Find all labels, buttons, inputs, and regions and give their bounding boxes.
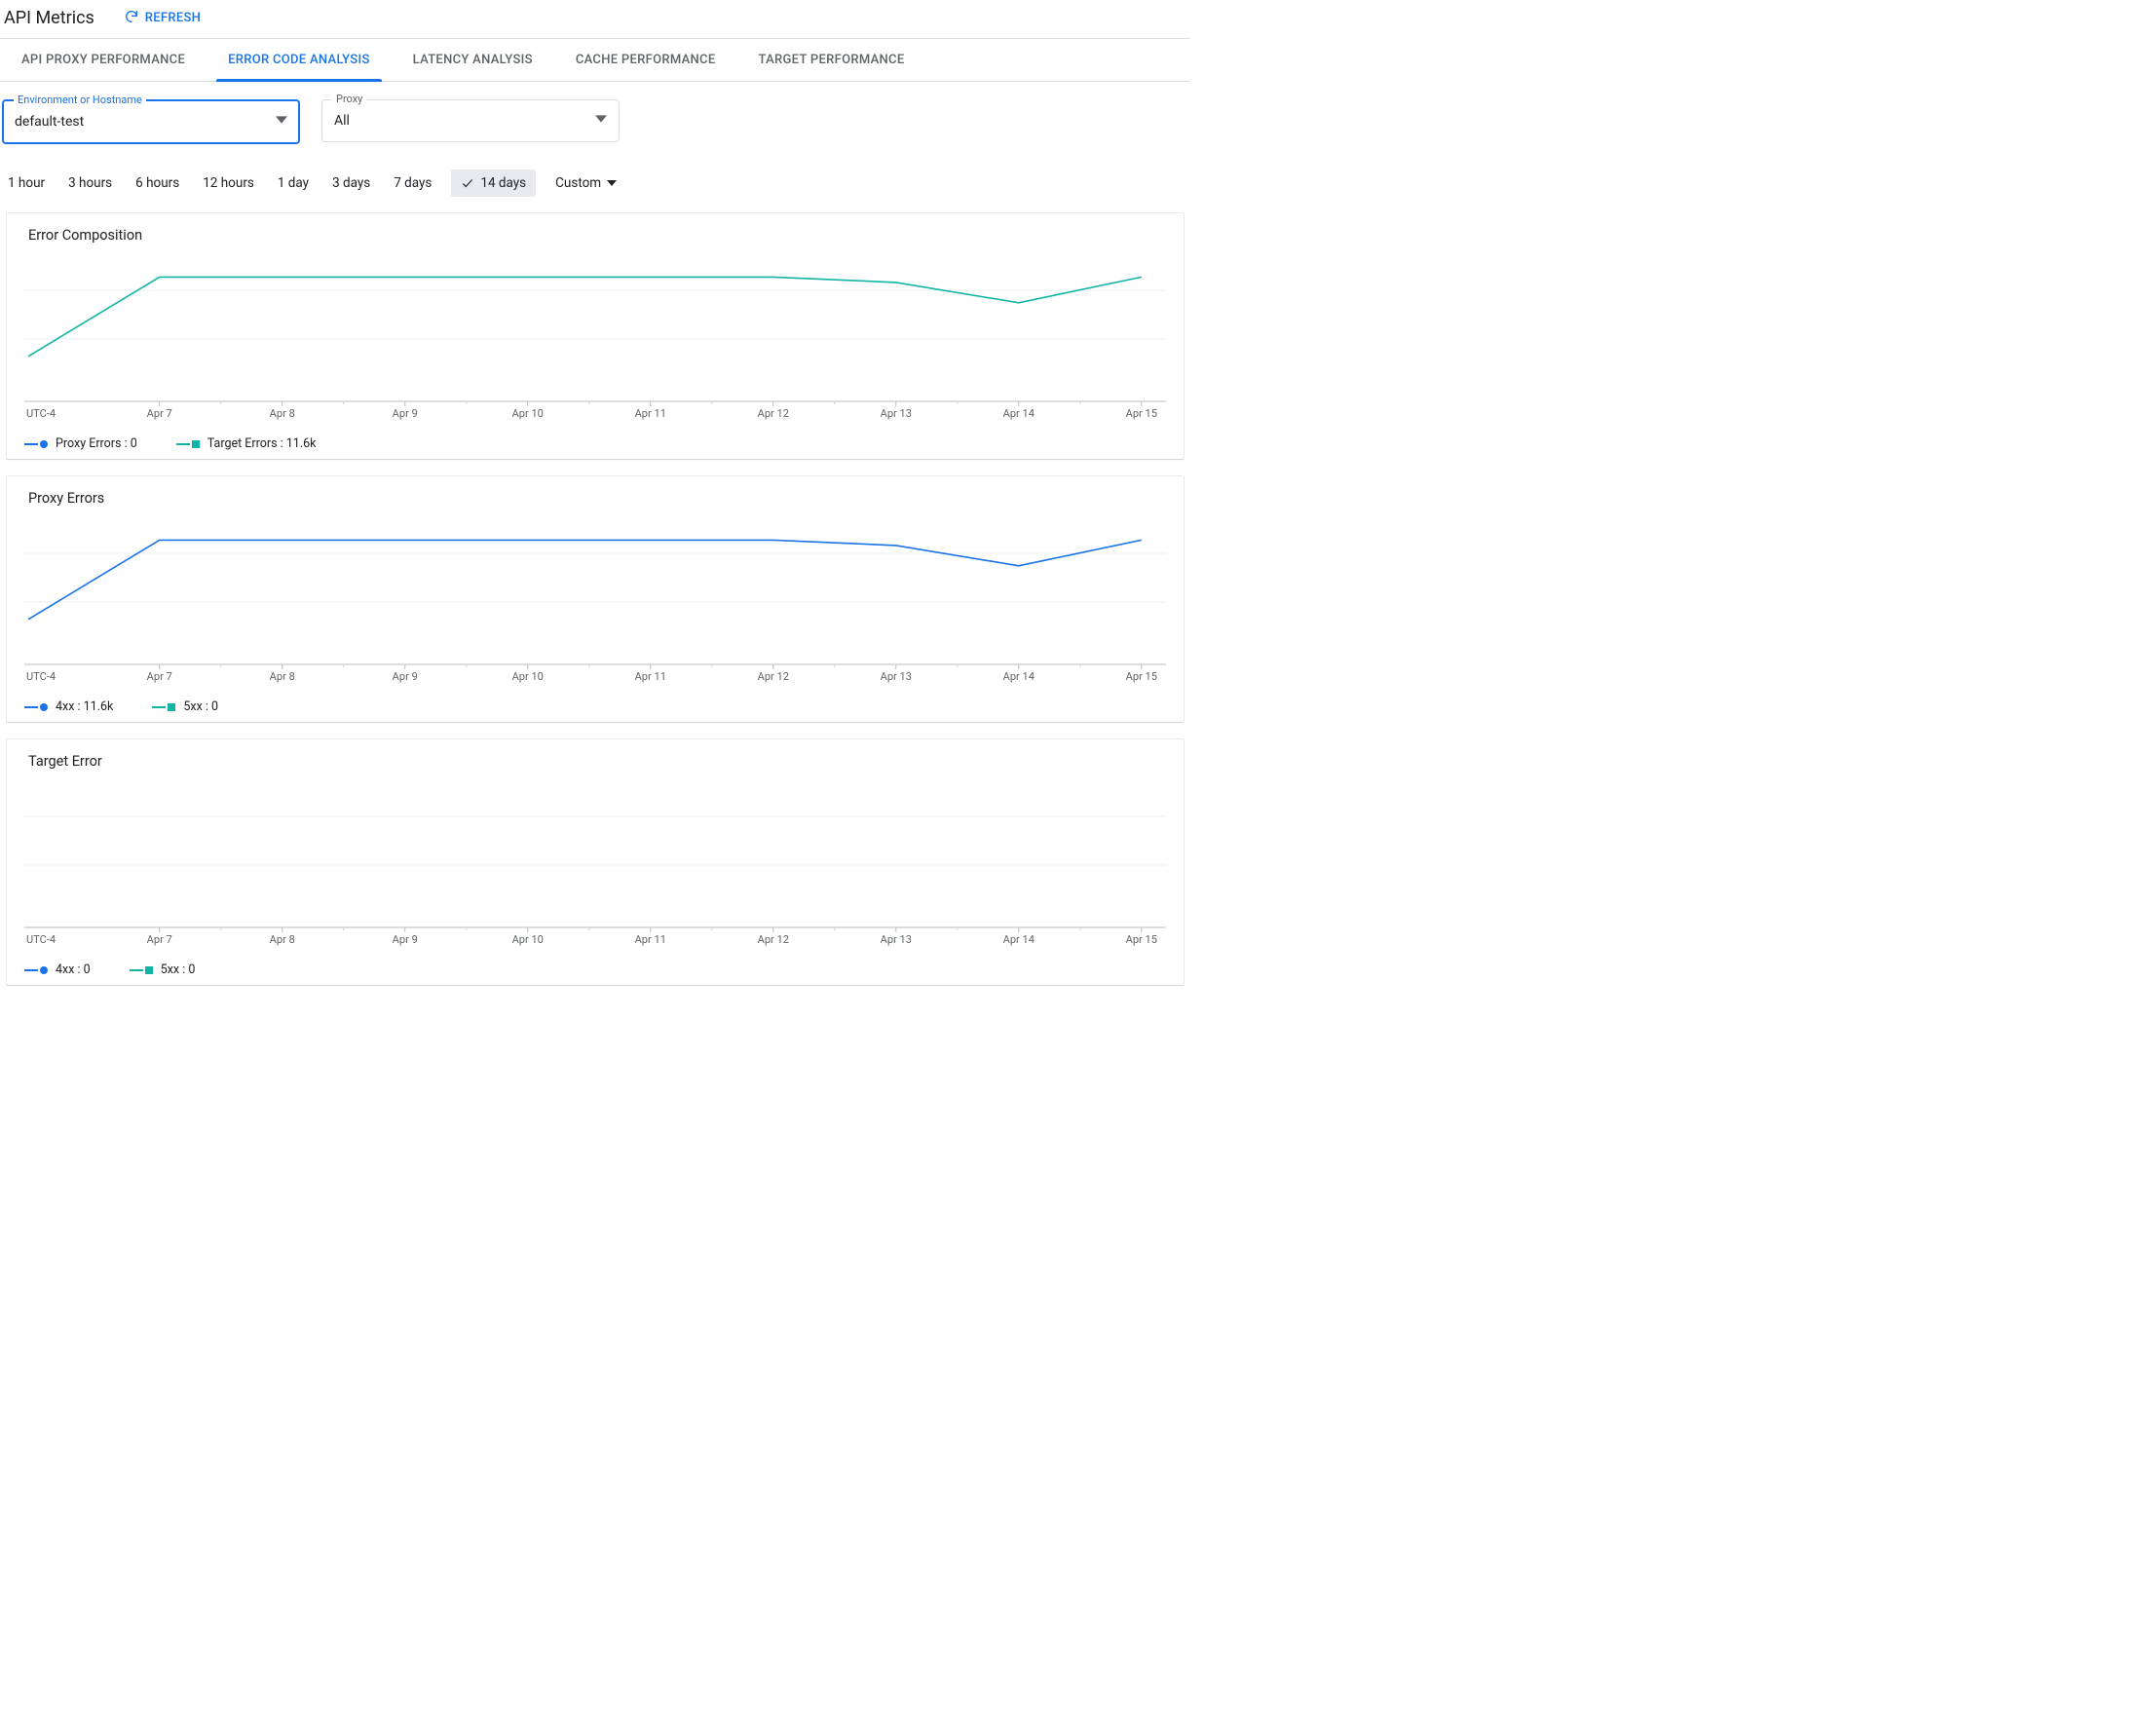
chart-target-error[interactable]: Apr 7 Apr 8 Apr 9 Apr 10 Apr 11 Apr 12 Apr 13 A… (22, 772, 1168, 957)
svg-text:Apr 11: Apr 11 (635, 933, 666, 946)
svg-text:UTC-4: UTC-4 (26, 407, 56, 420)
panel-title: Proxy Errors (22, 490, 1168, 507)
legend-swatch-icon (24, 440, 48, 448)
legend-item[interactable]: 4xx : 11.6k (24, 699, 113, 714)
legend-label: 5xx : 0 (183, 699, 218, 714)
svg-text:Apr 12: Apr 12 (758, 670, 789, 683)
legend-swatch-icon (24, 703, 48, 711)
chart-error-composition[interactable]: Apr 7 Apr 8 Apr 9 Apr 10 Apr 11 Apr 12 Apr 13 A… (22, 245, 1168, 431)
svg-text:Apr 13: Apr 13 (881, 670, 912, 683)
legend-item[interactable]: 4xx : 0 (24, 962, 91, 977)
time-range-custom[interactable]: Custom (551, 170, 621, 197)
legend-swatch-icon (130, 966, 153, 974)
svg-text:Apr 14: Apr 14 (1003, 407, 1035, 420)
panel-title: Error Composition (22, 227, 1168, 244)
legend-item[interactable]: Proxy Errors : 0 (24, 436, 137, 451)
environment-select-value: default-test (15, 114, 84, 130)
panel-target-error: Target ErrorApr 7Apr 8Apr 9Apr 10Apr 11A… (6, 738, 1185, 986)
panel-error-composition: Error CompositionApr 7Apr 8Apr 9Apr 10Ap… (6, 212, 1185, 460)
svg-text:Apr 15: Apr 15 (1126, 933, 1157, 946)
svg-text:Apr 7: Apr 7 (147, 933, 172, 946)
panel-proxy-errors: Proxy ErrorsApr 7Apr 8Apr 9Apr 10Apr 11A… (6, 475, 1185, 723)
time-range-1-hour[interactable]: 1 hour (4, 170, 49, 197)
time-range-12-hours[interactable]: 12 hours (199, 170, 258, 197)
refresh-button[interactable]: REFRESH (124, 9, 201, 28)
page-title: API Metrics (4, 8, 94, 28)
time-range-6-hours[interactable]: 6 hours (132, 170, 183, 197)
chevron-down-icon (276, 114, 287, 130)
svg-text:Apr 13: Apr 13 (881, 407, 912, 420)
legend: Proxy Errors : 0 Target Errors : 11.6k (22, 436, 1168, 451)
svg-text:Apr 9: Apr 9 (393, 670, 418, 683)
refresh-label: REFRESH (145, 11, 201, 25)
svg-text:Apr 7: Apr 7 (147, 407, 172, 420)
refresh-icon (124, 9, 139, 28)
tab-proxy-perf[interactable]: API PROXY PERFORMANCE (0, 39, 207, 81)
legend-swatch-icon (152, 703, 175, 711)
legend-swatch-icon (176, 440, 200, 448)
tab-error-code[interactable]: ERROR CODE ANALYSIS (207, 39, 392, 81)
time-range-14-days[interactable]: 14 days (451, 170, 536, 197)
time-range-3-hours[interactable]: 3 hours (64, 170, 116, 197)
legend-item[interactable]: 5xx : 0 (130, 962, 196, 977)
svg-text:Apr 12: Apr 12 (758, 407, 789, 420)
legend-label: 4xx : 0 (56, 962, 91, 977)
time-range-3-days[interactable]: 3 days (328, 170, 374, 197)
legend-item[interactable]: Target Errors : 11.6k (176, 436, 317, 451)
svg-text:Apr 15: Apr 15 (1126, 670, 1157, 683)
proxy-select-value: All (334, 113, 350, 129)
svg-text:Apr 9: Apr 9 (393, 933, 418, 946)
time-range-row: 1 hour 3 hours 6 hours 12 hours 1 day 3 days 7… (0, 170, 1190, 197)
legend: 4xx : 11.6k 5xx : 0 (22, 699, 1168, 714)
chart-proxy-errors[interactable]: Apr 7 Apr 8 Apr 9 Apr 10 Apr 11 Apr 12 Apr 13 A… (22, 509, 1168, 694)
legend-label: 4xx : 11.6k (56, 699, 113, 714)
legend-item[interactable]: 5xx : 0 (152, 699, 218, 714)
svg-text:Apr 11: Apr 11 (635, 670, 666, 683)
svg-text:Apr 10: Apr 10 (512, 670, 544, 683)
svg-text:Apr 15: Apr 15 (1126, 407, 1157, 420)
tab-cache[interactable]: CACHE PERFORMANCE (554, 39, 737, 81)
svg-text:Apr 13: Apr 13 (881, 933, 912, 946)
time-range-1-day[interactable]: 1 day (274, 170, 313, 197)
svg-text:Apr 10: Apr 10 (512, 933, 544, 946)
legend: 4xx : 0 5xx : 0 (22, 962, 1168, 977)
svg-text:UTC-4: UTC-4 (26, 933, 56, 946)
tab-latency[interactable]: LATENCY ANALYSIS (392, 39, 554, 81)
tabs-bar: API PROXY PERFORMANCEERROR CODE ANALYSIS… (0, 38, 1190, 82)
environment-select-label: Environment or Hostname (14, 94, 146, 106)
svg-text:Apr 14: Apr 14 (1003, 670, 1035, 683)
svg-text:Apr 14: Apr 14 (1003, 933, 1035, 946)
svg-text:Apr 10: Apr 10 (512, 407, 544, 420)
time-range-7-days[interactable]: 7 days (390, 170, 435, 197)
proxy-select[interactable]: Proxy All (321, 99, 620, 142)
svg-text:Apr 11: Apr 11 (635, 407, 666, 420)
svg-text:Apr 12: Apr 12 (758, 933, 789, 946)
chevron-down-icon (595, 113, 607, 129)
panel-title: Target Error (22, 753, 1168, 770)
svg-text:Apr 8: Apr 8 (270, 670, 295, 683)
svg-text:Apr 9: Apr 9 (393, 407, 418, 420)
legend-label: Proxy Errors : 0 (56, 436, 137, 451)
tab-target[interactable]: TARGET PERFORMANCE (737, 39, 926, 81)
legend-label: Target Errors : 11.6k (207, 436, 317, 451)
svg-text:UTC-4: UTC-4 (26, 670, 56, 683)
svg-text:Apr 7: Apr 7 (147, 670, 172, 683)
legend-label: 5xx : 0 (161, 962, 196, 977)
environment-select[interactable]: Environment or Hostname default-test (2, 99, 300, 144)
svg-text:Apr 8: Apr 8 (270, 407, 295, 420)
svg-text:Apr 8: Apr 8 (270, 933, 295, 946)
proxy-select-label: Proxy (332, 93, 366, 105)
legend-swatch-icon (24, 966, 48, 974)
